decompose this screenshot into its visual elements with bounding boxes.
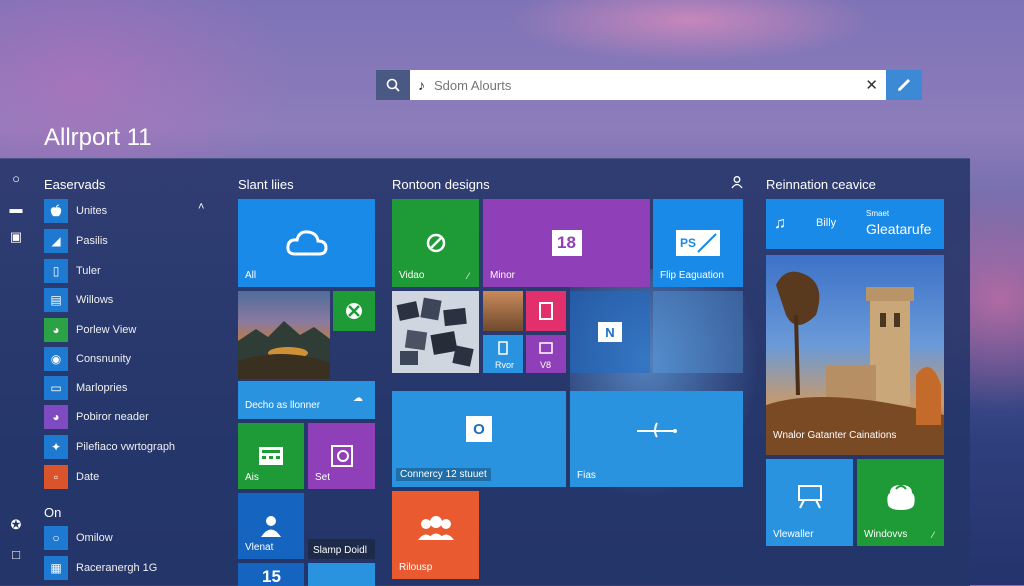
phone-icon bbox=[483, 335, 523, 361]
music-icon: ♫ bbox=[774, 215, 786, 232]
document-icon bbox=[526, 291, 566, 331]
settings-icon[interactable]: ✪ bbox=[8, 517, 24, 533]
search-field[interactable]: ♪ ✕ bbox=[410, 70, 886, 100]
tile-15[interactable]: 15 bbox=[238, 563, 304, 586]
arrow-icon: ⁄ bbox=[932, 530, 934, 540]
search-bar: ♪ ✕ bbox=[376, 70, 922, 100]
cloud-icon bbox=[238, 199, 375, 287]
photo-icon: ✦ bbox=[44, 435, 68, 459]
people-icon bbox=[392, 491, 479, 565]
link-icon bbox=[570, 391, 743, 467]
search-input[interactable] bbox=[434, 70, 854, 100]
tile-rvor[interactable]: Rvor bbox=[483, 335, 523, 373]
tile-viewlet[interactable]: Vlewaller bbox=[766, 459, 853, 546]
tile-files[interactable]: Fias bbox=[570, 391, 743, 487]
list-item[interactable]: ○ Omilow bbox=[44, 526, 214, 550]
list-item[interactable]: Unites bbox=[44, 199, 214, 223]
left-rail: ○ ▬ ▣ ✪ □ bbox=[0, 159, 32, 586]
music-note-icon: ♪ bbox=[418, 77, 425, 93]
view-icon: ◕ bbox=[44, 318, 68, 342]
tile-n[interactable]: N bbox=[570, 291, 650, 373]
user-icon[interactable] bbox=[730, 175, 744, 192]
page-icon: ▯ bbox=[44, 259, 68, 283]
close-icon[interactable]: ✕ bbox=[865, 76, 878, 94]
tile-v8[interactable]: V8 bbox=[526, 335, 566, 373]
arrow-icon: ⁄ bbox=[467, 271, 469, 281]
mail-icon: ▭ bbox=[44, 376, 68, 400]
photo-tile-small[interactable] bbox=[483, 291, 523, 331]
list-item[interactable]: ▭ Marlopries bbox=[44, 376, 214, 400]
outlook-icon: O bbox=[392, 391, 566, 467]
list-item[interactable]: ▫ Date bbox=[44, 465, 214, 489]
list-item[interactable]: ◕ Porlew View bbox=[44, 318, 214, 342]
section-designs: Rontoon designs bbox=[392, 177, 490, 192]
notes-icon: N bbox=[570, 291, 650, 373]
tile-slamp[interactable]: Slamp Doidl bbox=[308, 539, 375, 559]
tile-ais[interactable]: Ais bbox=[238, 423, 304, 489]
section-apps: Easervads bbox=[44, 177, 106, 192]
list-item[interactable]: ◕ Pobiror neader bbox=[44, 405, 214, 429]
castle-illustration bbox=[766, 271, 944, 455]
list-item[interactable]: ◉ Consnunity bbox=[44, 347, 214, 371]
xbox-icon bbox=[333, 291, 375, 331]
list-item[interactable]: ▤ Willows bbox=[44, 288, 214, 312]
easel-icon bbox=[766, 459, 853, 532]
start-panel: ○ ▬ ▣ ✪ □ Easervads ˄ Slant liies Rontoo… bbox=[0, 158, 970, 586]
tile-service-header[interactable]: ♫ Billy Smaet Gleatarufe bbox=[766, 199, 944, 249]
square-icon[interactable]: □ bbox=[8, 547, 24, 563]
monitor-icon[interactable]: ▣ bbox=[8, 229, 24, 245]
list-item[interactable]: ▯ Tuler bbox=[44, 259, 214, 283]
tile-minor[interactable]: 18 Minor bbox=[483, 199, 650, 287]
windows-logo-pane bbox=[653, 291, 743, 373]
landscape-image[interactable] bbox=[238, 291, 330, 379]
search-icon[interactable] bbox=[376, 70, 410, 100]
collage-image[interactable] bbox=[392, 291, 479, 373]
list-item[interactable]: ▦ Raceranergh 1G bbox=[44, 556, 214, 580]
edit-button[interactable] bbox=[886, 70, 922, 100]
section-tiles: Slant liies bbox=[238, 177, 294, 192]
community-icon: ◉ bbox=[44, 347, 68, 371]
section-service: Reinnation ceavice bbox=[766, 177, 876, 192]
tile-video[interactable]: Vidao ⁄ bbox=[392, 199, 479, 287]
map-icon: ◢ bbox=[44, 229, 68, 253]
reader-icon: ◕ bbox=[44, 405, 68, 429]
tile-rilousp[interactable]: Rilousp bbox=[392, 491, 479, 579]
pencil-icon bbox=[897, 78, 911, 92]
tile-connercy[interactable]: O Connercy 12 stuuet bbox=[392, 391, 566, 487]
castle-image[interactable]: Wnalor Gatanter Cainations bbox=[766, 255, 944, 455]
briefcase-icon[interactable]: ▬ bbox=[8, 201, 24, 217]
tile-viewat[interactable]: Vlenat bbox=[238, 493, 304, 559]
tile-pink[interactable] bbox=[526, 291, 566, 331]
tile-decho[interactable]: Decho as llonner ☁ bbox=[238, 381, 375, 419]
tile-windows[interactable]: Windovvs ⁄ bbox=[857, 459, 944, 546]
list-item[interactable]: ✦ Pilefiaco vwrtograph bbox=[44, 435, 214, 459]
window-icon: ▤ bbox=[44, 288, 68, 312]
tile-cloud[interactable]: All bbox=[238, 199, 375, 287]
list-item[interactable]: ◢ Pasilis bbox=[44, 229, 214, 253]
bag-icon bbox=[857, 459, 944, 532]
grid-icon: ▦ bbox=[44, 556, 68, 580]
tile-set[interactable]: Set bbox=[308, 423, 375, 489]
tile-c[interactable] bbox=[308, 563, 375, 586]
media-icon bbox=[526, 335, 566, 361]
power-icon[interactable]: ○ bbox=[8, 171, 24, 187]
cloud-small-icon: ☁ bbox=[353, 393, 363, 404]
tile-flip[interactable]: PS Flip Eaguation bbox=[653, 199, 743, 287]
section-on: On bbox=[44, 505, 62, 520]
brand-title: Allrport 11 bbox=[44, 124, 152, 151]
apple-icon bbox=[44, 199, 68, 223]
date-icon: ▫ bbox=[44, 465, 68, 489]
tile-xbox[interactable] bbox=[333, 291, 375, 331]
circle-icon: ○ bbox=[44, 526, 68, 550]
